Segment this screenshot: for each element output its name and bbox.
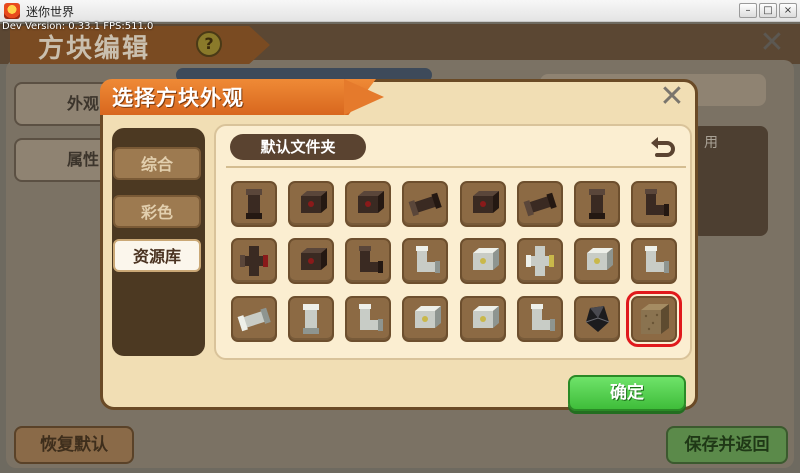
block-slot[interactable] <box>231 181 277 227</box>
pipe-tee-icon <box>526 246 554 276</box>
confirm-button[interactable]: 确定 <box>568 375 686 411</box>
block-slot[interactable] <box>631 181 677 227</box>
pipe-elbow-icon <box>416 246 440 273</box>
save-and-return-button[interactable]: 保存并返回 <box>666 426 788 464</box>
block-slot[interactable] <box>402 181 448 227</box>
minimize-button[interactable]: – <box>739 3 757 18</box>
maximize-button[interactable]: □ <box>759 3 777 18</box>
block-slot[interactable] <box>517 181 563 227</box>
help-button[interactable]: ? <box>196 31 222 57</box>
block-slot[interactable] <box>288 238 334 284</box>
gem-icon <box>585 306 610 332</box>
block-slot[interactable] <box>574 181 620 227</box>
pipe-elbow-icon <box>359 246 383 273</box>
block-slot[interactable] <box>345 296 391 342</box>
block-slot[interactable] <box>402 296 448 342</box>
pipe-box-icon <box>358 191 384 213</box>
pipe-tee-icon <box>240 246 268 276</box>
pipe-v-icon <box>589 189 605 219</box>
restore-default-button[interactable]: 恢复默认 <box>14 426 134 464</box>
pipe-elbow-icon <box>359 304 383 331</box>
block-slot[interactable] <box>231 238 277 284</box>
app-logo-icon <box>4 3 20 19</box>
block-slot[interactable] <box>231 296 277 342</box>
background-title: 方块编辑 <box>38 34 151 64</box>
pipe-box-icon <box>587 248 613 270</box>
block-slot[interactable] <box>460 296 506 342</box>
block-slot[interactable] <box>345 181 391 227</box>
pipe-box-icon <box>473 306 499 328</box>
block-slot[interactable] <box>460 181 506 227</box>
window-title: 迷你世界 <box>26 5 75 19</box>
block-slot[interactable] <box>288 181 334 227</box>
pipe-h-icon <box>408 192 442 217</box>
pipe-box-icon <box>473 248 499 270</box>
block-slot[interactable] <box>402 238 448 284</box>
pipe-v-icon <box>246 189 262 219</box>
pipe-elbow-icon <box>531 304 555 331</box>
category-tab[interactable]: 资源库 <box>113 239 201 272</box>
block-slot[interactable] <box>517 296 563 342</box>
pipe-box-icon <box>473 191 499 213</box>
block-slot[interactable] <box>574 238 620 284</box>
block-slot[interactable] <box>631 238 677 284</box>
pipe-h-icon <box>237 307 271 332</box>
block-slot-selected[interactable] <box>631 296 677 342</box>
dialog-title: 选择方块外观 <box>112 86 244 110</box>
folder-label[interactable]: 默认文件夹 <box>230 134 366 160</box>
back-arrow-icon[interactable] <box>648 133 678 159</box>
pipe-elbow-icon <box>645 189 669 216</box>
window-titlebar: 迷你世界 – □ × <box>0 0 800 22</box>
block-slot[interactable] <box>517 238 563 284</box>
block-slot[interactable] <box>574 296 620 342</box>
background-side-text: 用 <box>704 135 718 151</box>
block-slot[interactable] <box>460 238 506 284</box>
folder-divider <box>226 166 686 168</box>
block-slot[interactable] <box>288 296 334 342</box>
pipe-box-icon <box>301 248 327 270</box>
dialog-close-icon[interactable]: ✕ <box>657 82 687 113</box>
window-close-button[interactable]: × <box>779 3 797 18</box>
background-close-icon[interactable]: ✕ <box>758 28 786 58</box>
pipe-box-icon <box>301 191 327 213</box>
pipe-v-icon <box>303 304 319 334</box>
pipe-h-icon <box>523 192 557 217</box>
cube-icon <box>641 304 669 334</box>
block-slot[interactable] <box>345 238 391 284</box>
category-tab[interactable]: 综合 <box>113 147 201 180</box>
dev-info: Dev Version: 0.33.1 FPS:511.0 <box>2 21 154 32</box>
pipe-elbow-icon <box>645 246 669 273</box>
pipe-box-icon <box>415 306 441 328</box>
category-tab[interactable]: 彩色 <box>113 195 201 228</box>
